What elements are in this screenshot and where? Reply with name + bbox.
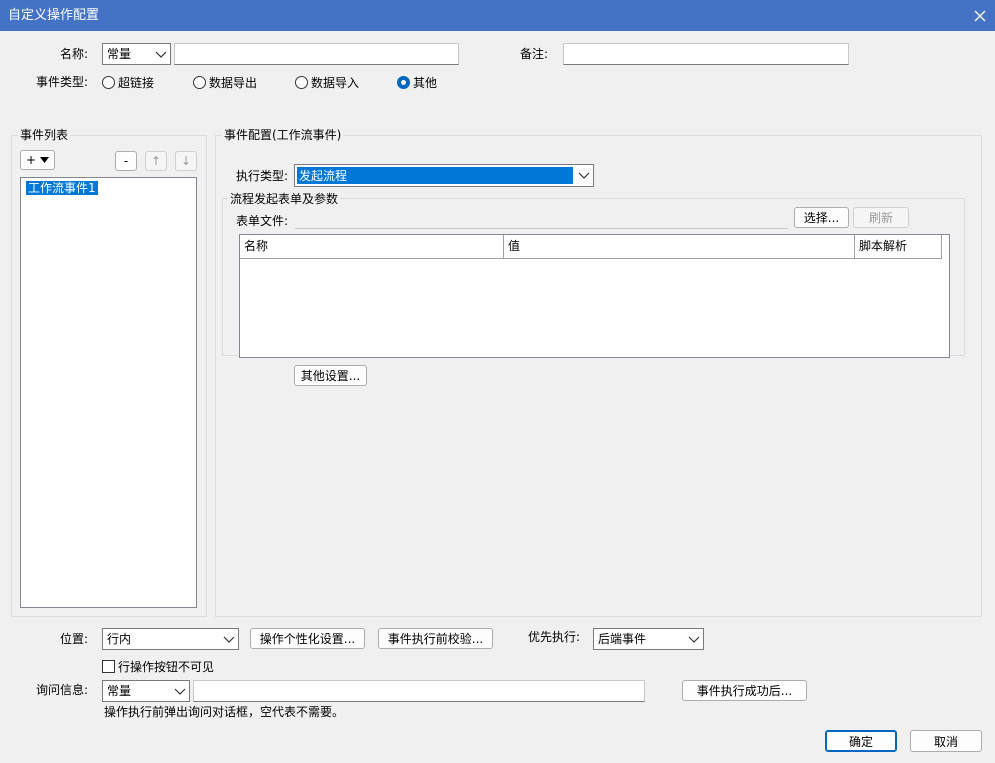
position-select[interactable]: 行内 — [102, 628, 239, 650]
ok-button[interactable]: 确定 — [825, 730, 897, 752]
column-header-value[interactable]: 值 — [504, 235, 855, 259]
close-icon — [974, 10, 986, 22]
exec-type-value: 发起流程 — [299, 169, 348, 183]
checkbox-box — [102, 659, 115, 673]
radio-hyperlink[interactable]: 超链接 — [102, 73, 154, 91]
radio-data-export[interactable]: 数据导出 — [193, 73, 257, 91]
remark-input[interactable] — [563, 43, 849, 65]
title-bar: 自定义操作配置 — [0, 0, 995, 31]
radio-other[interactable]: 其他 — [397, 73, 437, 91]
column-header-name[interactable]: 名称 — [240, 235, 504, 259]
name-input[interactable] — [174, 43, 459, 65]
params-table: 名称 值 脚本解析 — [239, 234, 950, 358]
select-file-button[interactable]: 选择... — [794, 207, 849, 228]
add-label: + — [25, 153, 37, 167]
confirm-msg-type-value: 常量 — [107, 684, 132, 698]
radio-label: 超链接 — [118, 75, 155, 90]
position-label: 位置: — [59, 632, 88, 646]
form-file-label: 表单文件: — [236, 214, 289, 228]
window-title: 自定义操作配置 — [8, 8, 100, 23]
move-up-button[interactable]: ↑ — [145, 151, 167, 171]
refresh-button[interactable]: 刷新 — [853, 207, 909, 228]
form-file-input[interactable] — [295, 208, 788, 229]
chevron-down-icon — [174, 688, 186, 695]
priority-value: 后端事件 — [598, 632, 647, 646]
add-event-button[interactable]: + — [20, 150, 55, 170]
chevron-down-icon — [688, 636, 700, 643]
radio-dot — [102, 75, 115, 89]
chevron-down-icon — [578, 172, 590, 179]
hide-row-buttons-checkbox[interactable]: 行操作按钮不可见 — [102, 657, 214, 675]
confirm-msg-hint: 操作执行前弹出询问对话框，空代表不需要。 — [104, 705, 345, 719]
other-settings-button[interactable]: 其他设置... — [294, 365, 367, 386]
remark-label: 备注: — [520, 47, 549, 61]
name-label: 名称: — [59, 47, 88, 61]
caret-down-icon — [40, 157, 50, 163]
move-down-button[interactable]: ↓ — [175, 151, 197, 171]
confirm-msg-label: 询问信息: — [35, 683, 88, 697]
chevron-down-icon — [155, 51, 167, 58]
radio-dot-selected — [397, 75, 410, 89]
close-button[interactable] — [970, 6, 990, 26]
priority-select[interactable]: 后端事件 — [593, 628, 704, 650]
radio-label: 其他 — [413, 75, 438, 90]
radio-data-import[interactable]: 数据导入 — [295, 73, 359, 91]
radio-label: 数据导入 — [311, 75, 360, 90]
exec-type-select[interactable]: 发起流程 — [294, 164, 594, 187]
pre-check-button[interactable]: 事件执行前校验... — [378, 628, 493, 649]
cancel-button[interactable]: 取消 — [910, 730, 982, 752]
radio-dot — [193, 75, 206, 89]
form-params-title: 流程发起表单及参数 — [228, 191, 341, 207]
radio-dot — [295, 75, 308, 89]
table-header: 名称 值 脚本解析 — [240, 235, 942, 259]
position-value: 行内 — [107, 632, 132, 646]
confirm-msg-input[interactable] — [193, 680, 645, 702]
chevron-down-icon — [223, 636, 235, 643]
exec-type-label: 执行类型: — [236, 169, 289, 183]
radio-label: 数据导出 — [209, 75, 258, 90]
priority-label: 优先执行: — [528, 630, 581, 644]
remove-event-button[interactable]: - — [115, 151, 137, 171]
event-type-label: 事件类型: — [35, 75, 88, 89]
name-type-value: 常量 — [107, 47, 132, 61]
confirm-msg-type-select[interactable]: 常量 — [102, 680, 190, 702]
personalize-button[interactable]: 操作个性化设置... — [250, 628, 365, 649]
after-success-button[interactable]: 事件执行成功后... — [682, 680, 807, 701]
column-header-script[interactable]: 脚本解析 — [855, 235, 942, 259]
event-config-title: 事件配置(工作流事件) — [222, 127, 344, 143]
event-listbox[interactable]: 工作流事件1 — [20, 177, 197, 608]
list-item[interactable]: 工作流事件1 — [26, 181, 98, 195]
checkbox-label: 行操作按钮不可见 — [118, 659, 215, 674]
event-list-title: 事件列表 — [18, 127, 71, 143]
name-type-select[interactable]: 常量 — [102, 43, 171, 65]
